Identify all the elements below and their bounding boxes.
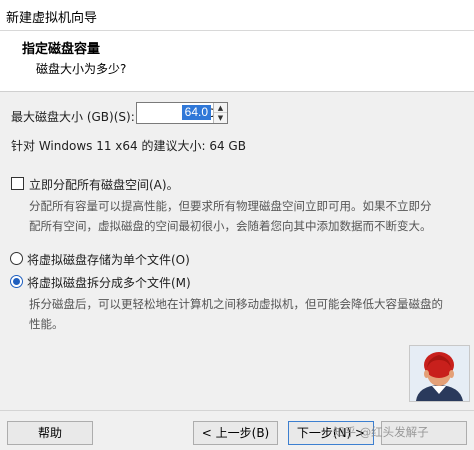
- watermark-text: 知乎 @红头发解子: [333, 425, 429, 439]
- window-title: 新建虚拟机向导: [6, 11, 98, 26]
- help-button[interactable]: 帮助: [7, 421, 93, 445]
- red-haired-person-avatar-icon: [410, 346, 469, 401]
- allocate-now-label[interactable]: 立即分配所有磁盘空间(A)。: [29, 176, 179, 193]
- spinner-buttons: ▲ ▼: [213, 103, 227, 123]
- multi-file-description: 拆分磁盘后，可以更轻松地在计算机之间移动虚拟机，但可能会降低大容量磁盘的 性能。: [29, 294, 443, 334]
- back-button[interactable]: < 上一步(B): [193, 421, 278, 445]
- page-heading: 指定磁盘容量: [22, 42, 101, 57]
- single-file-radio[interactable]: [10, 252, 23, 265]
- avatar: [409, 345, 470, 402]
- disk-size-spinner[interactable]: 64.0 ▲ ▼: [136, 102, 228, 124]
- spin-down-arrow-icon[interactable]: ▼: [214, 113, 227, 123]
- allocate-description: 分配所有容量可以提高性能，但要求所有物理磁盘空间立即可用。如果不立即分 配所有空…: [29, 196, 432, 236]
- multi-description-line1: 拆分磁盘后，可以更轻松地在计算机之间移动虚拟机，但可能会降低大容量磁盘的: [29, 297, 443, 311]
- disk-size-label: 最大磁盘大小 (GB)(S):: [11, 110, 135, 124]
- page-subheading: 磁盘大小为多少?: [36, 62, 127, 76]
- disk-size-selected-value: 64.0: [181, 105, 211, 120]
- recommended-size-text: 针对 Windows 11 x64 的建议大小: 64 GB: [11, 139, 246, 153]
- spin-up-arrow-icon[interactable]: ▲: [214, 103, 227, 113]
- single-file-label[interactable]: 将虚拟磁盘存储为单个文件(O): [27, 251, 190, 268]
- allocate-description-line1: 分配所有容量可以提高性能，但要求所有物理磁盘空间立即可用。如果不立即分: [29, 199, 432, 213]
- allocate-description-line2: 配所有空间，虚拟磁盘的空间最初很小，会随着您向其中添加数据而不断变大。: [29, 219, 432, 233]
- multi-file-label[interactable]: 将虚拟磁盘拆分成多个文件(M): [27, 274, 191, 291]
- title-bar: 新建虚拟机向导: [0, 0, 474, 31]
- multi-file-radio[interactable]: [10, 275, 23, 288]
- multi-description-line2: 性能。: [29, 317, 64, 331]
- allocate-now-checkbox[interactable]: [11, 177, 24, 190]
- wizard-header: 指定磁盘容量 磁盘大小为多少?: [0, 31, 474, 92]
- footer-divider: [0, 410, 474, 411]
